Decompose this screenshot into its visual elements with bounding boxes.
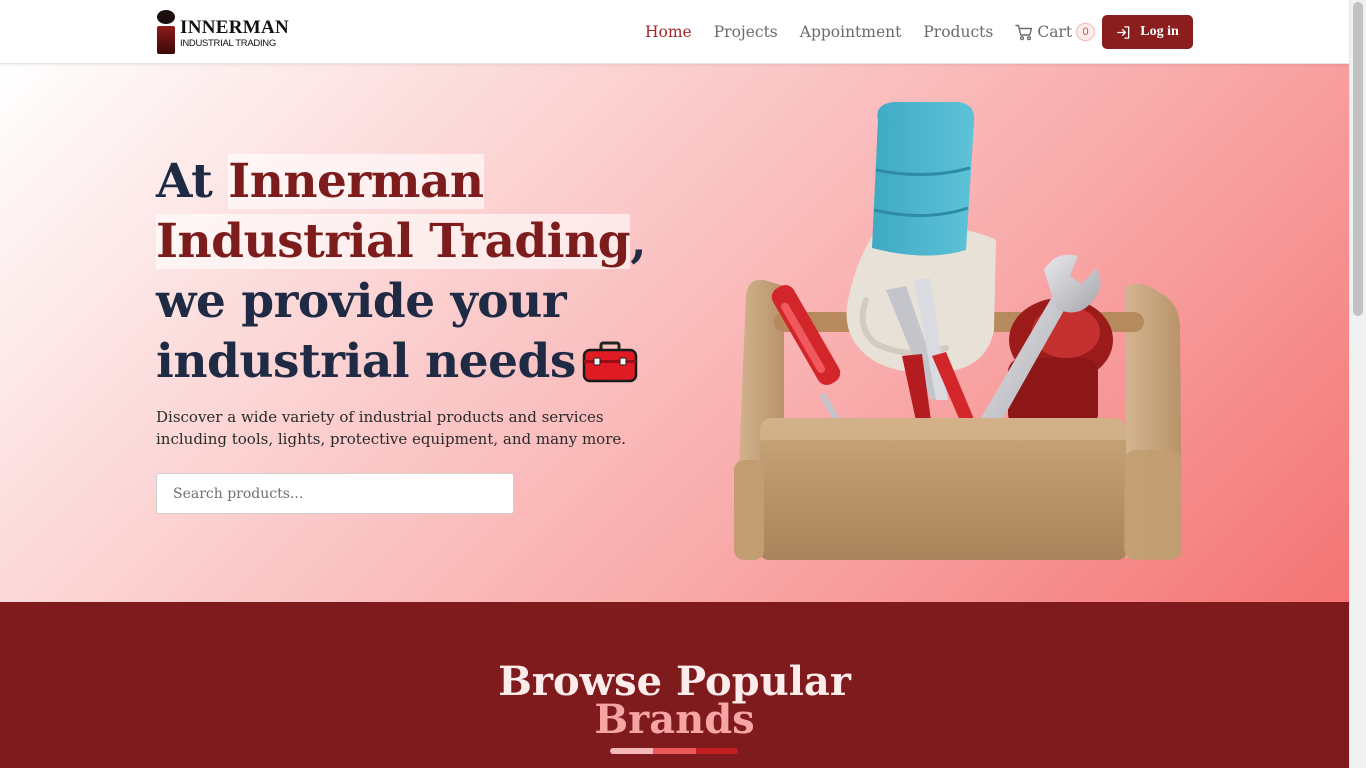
hero-section: At Innerman Industrial Trading, we provi… [0, 64, 1349, 602]
nav-link-home[interactable]: Home [645, 23, 692, 41]
headline-comma: , [630, 214, 647, 269]
cart-link[interactable]: Cart 0 [1015, 23, 1096, 41]
toolbox-hand-illustration [734, 102, 1182, 560]
cart-count-badge: 0 [1076, 23, 1096, 41]
cart-label: Cart [1037, 23, 1073, 41]
cart-icon [1015, 24, 1033, 40]
scrollbar-thumb[interactable] [1353, 2, 1363, 316]
accent-bar-segment-mid [653, 748, 696, 754]
toolbox-icon [582, 338, 638, 398]
popular-brands-section: Browse Popular Brands [0, 602, 1349, 768]
headline-prefix: At [156, 154, 229, 209]
top-navbar: INNERMAN INDUSTRIAL TRADING Home Project… [0, 0, 1349, 64]
hero-headline: At Innerman Industrial Trading, we provi… [156, 152, 676, 398]
logo-mark-icon [156, 10, 176, 54]
login-button[interactable]: Log in [1102, 15, 1193, 49]
headline-highlight-name: Innerman [228, 154, 484, 209]
nav-link-projects[interactable]: Projects [714, 23, 778, 41]
nav-link-products[interactable]: Products [923, 23, 993, 41]
headline-line-4: industrial needs [156, 334, 576, 389]
login-label: Log in [1140, 24, 1179, 39]
product-search-input[interactable] [156, 473, 514, 514]
nav-links: Home Projects Appointment Products Cart … [645, 20, 1096, 44]
page-scrollbar[interactable] [1349, 0, 1366, 768]
headline-highlight-trading: Industrial Trading [156, 214, 631, 269]
logo-subtitle: INDUSTRIAL TRADING [180, 38, 276, 49]
nav-link-appointment[interactable]: Appointment [800, 23, 902, 41]
hero-description: Discover a wide variety of industrial pr… [156, 408, 627, 448]
logo-name: INNERMAN [180, 17, 290, 38]
headline-line-3: we provide your [156, 274, 567, 329]
brands-accent-bar [610, 748, 738, 754]
login-icon [1117, 25, 1130, 39]
accent-bar-segment-dark [696, 748, 738, 754]
brands-subtitle: Brands [594, 696, 755, 743]
site-logo[interactable]: INNERMAN INDUSTRIAL TRADING [156, 10, 296, 54]
accent-bar-segment-light [610, 748, 653, 754]
